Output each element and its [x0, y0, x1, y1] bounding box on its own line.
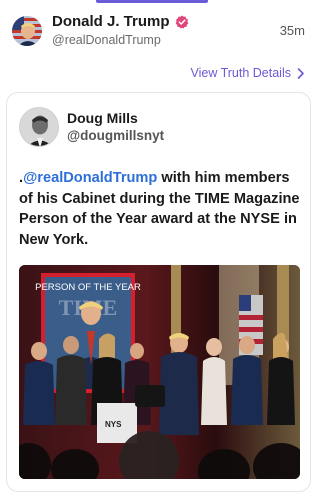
verified-badge-icon	[175, 15, 188, 28]
view-truth-details-link[interactable]: View Truth Details	[190, 66, 305, 80]
podium-label: NYS	[105, 420, 122, 429]
mention-link[interactable]: @realDonaldTrump	[23, 170, 157, 186]
chevron-right-icon	[297, 67, 304, 79]
quoted-post-text: .@realDonaldTrump with him members of hi…	[19, 168, 302, 250]
quoted-author-avatar[interactable]	[19, 107, 59, 147]
quoted-post-photo[interactable]: PERSON OF THE YEAR TIME	[19, 265, 300, 479]
post-header: Donald J. Trump @realDonaldTrump 35m	[0, 8, 317, 56]
view-truth-details-label: View Truth Details	[190, 66, 291, 80]
quoted-author-name[interactable]: Doug Mills	[67, 110, 138, 126]
cover-title: PERSON OF THE YEAR	[35, 282, 141, 293]
quoted-author-handle[interactable]: @dougmillsnyt	[67, 128, 164, 143]
post-timestamp: 35m	[279, 23, 305, 38]
quoted-post-card[interactable]: Doug Mills @dougmillsnyt .@realDonaldTru…	[6, 92, 311, 492]
active-tab-indicator	[96, 0, 208, 3]
author-handle[interactable]: @realDonaldTrump	[52, 33, 161, 47]
author-name[interactable]: Donald J. Trump	[52, 13, 170, 30]
author-avatar[interactable]	[12, 16, 42, 46]
